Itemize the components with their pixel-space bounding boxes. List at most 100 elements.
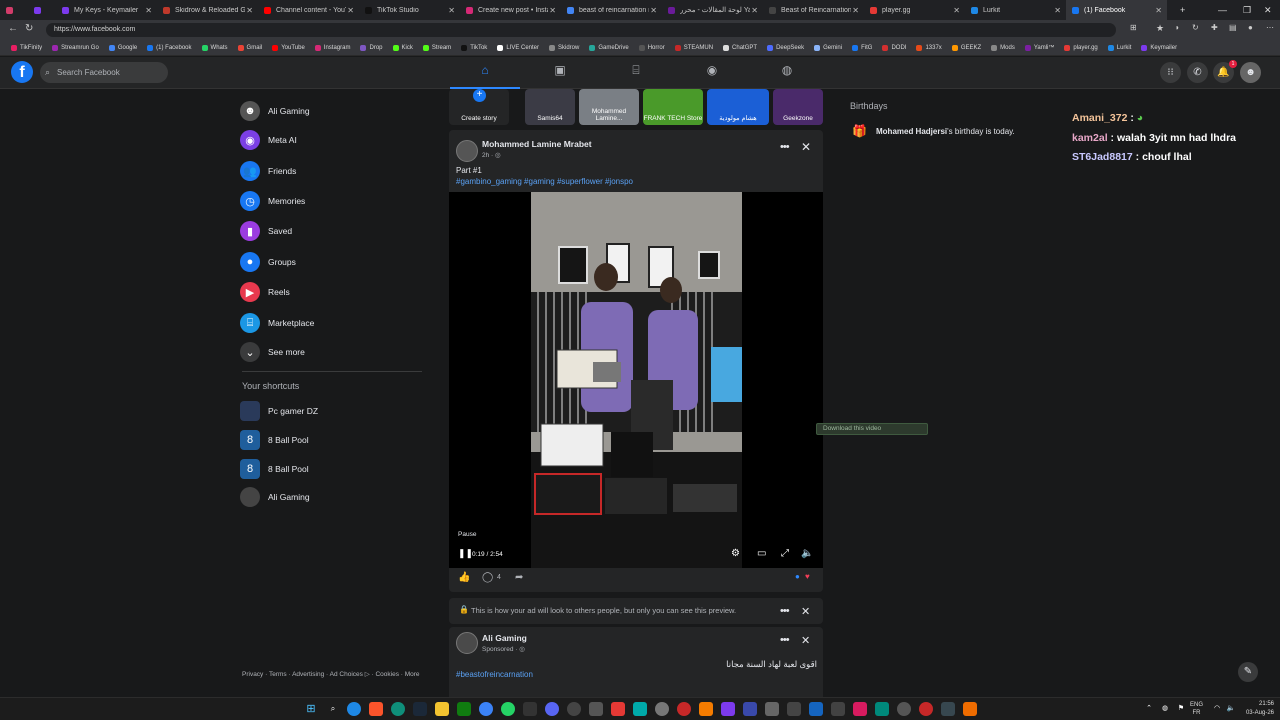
post-close-icon[interactable]: ✕ (801, 140, 811, 154)
create-story-card[interactable]: + Create story (449, 89, 509, 125)
tray-icon-2[interactable]: ⚑ (1174, 702, 1188, 716)
like-icon[interactable]: 👍 (458, 572, 470, 583)
settings-gear-icon[interactable]: ⚙ (731, 548, 740, 559)
steam-icon[interactable] (413, 702, 427, 716)
tab-close-icon[interactable]: ✕ (448, 6, 455, 15)
extensions-puzzle-icon[interactable]: ✚ (1211, 23, 1218, 32)
video-icon[interactable]: ▣ (551, 63, 569, 79)
video-player[interactable]: Pause ❚❚ 0:19 / 2:54 ⚙ ▭ ⤢ 🔈 (449, 192, 823, 568)
app-icon-7[interactable] (633, 702, 647, 716)
browser-tab[interactable]: beast of reincarnation nam✕ (561, 0, 662, 20)
star-icon[interactable]: ★ (1156, 23, 1164, 34)
browser-tab[interactable]: player.gg ✕ (864, 0, 965, 20)
minimize-button[interactable]: — (1218, 0, 1227, 20)
xbox-icon[interactable] (457, 702, 471, 716)
browser-tab[interactable]: Create new post • Instagram✕ (460, 0, 561, 20)
app-icon-8[interactable] (655, 702, 669, 716)
bookmark-item[interactable]: YouTube (267, 44, 310, 51)
browser-tab[interactable] (0, 0, 28, 20)
bookmark-item[interactable]: 1337x (911, 44, 946, 51)
browser-tab[interactable]: My Keys - Keymailer ✕ (56, 0, 157, 20)
new-tab-button[interactable]: + (1180, 0, 1185, 20)
browser-tab[interactable]: Channel content - YouTube✕ (258, 0, 359, 20)
browser-tab[interactable]: Skidrow & Reloaded Games✕ (157, 0, 258, 20)
bookmark-item[interactable]: Gmail (233, 44, 268, 51)
bookmark-item[interactable]: Gemini (809, 44, 847, 51)
app-icon-19[interactable] (897, 702, 911, 716)
story-card[interactable]: Mohammed Lamine... (579, 89, 639, 125)
menu-grid-icon[interactable]: ⁝⁝ (1160, 62, 1181, 83)
reload-icon[interactable]: ↻ (25, 23, 33, 34)
sidebar-item[interactable]: ◉ Meta AI (240, 127, 420, 153)
bookmark-item[interactable]: Skidrow (544, 44, 584, 51)
compose-icon[interactable]: ✎ (1238, 662, 1258, 682)
bookmark-item[interactable]: Google (104, 44, 142, 51)
bookmark-item[interactable]: GameDrive (584, 44, 633, 51)
tab-close-icon[interactable]: ✕ (953, 6, 960, 15)
bookmark-item[interactable]: Drop (355, 44, 387, 51)
app-icon-10[interactable] (699, 702, 713, 716)
groups-icon[interactable]: ◉ (703, 63, 721, 79)
bookmark-item[interactable]: Keymailer (1136, 44, 1182, 51)
sidebar-item[interactable]: ● Groups (240, 249, 420, 275)
maximize-button[interactable]: ❐ (1243, 0, 1251, 20)
post-hashtags[interactable]: #gambino_gaming #gaming #superflower #jo… (456, 177, 633, 186)
folder-icon[interactable] (435, 702, 449, 716)
shortcut-item[interactable]: Ali Gaming (240, 484, 420, 510)
birthday-notice[interactable]: Mohamed Hadjersi's birthday is today. (876, 127, 1015, 136)
bookmark-item[interactable]: TikTok (456, 44, 492, 51)
tab-close-icon[interactable]: ✕ (347, 6, 354, 15)
back-icon[interactable]: ← (8, 23, 18, 34)
window-close-button[interactable]: ✕ (1264, 0, 1272, 20)
bookmark-item[interactable]: FitG (847, 44, 877, 51)
ad-author[interactable]: Ali Gaming (482, 633, 527, 643)
bookmark-item[interactable]: Whats (197, 44, 233, 51)
bookmark-item[interactable]: STEAMUN (670, 44, 718, 51)
tab-close-icon[interactable]: ✕ (145, 6, 152, 15)
tab-close-icon[interactable]: ✕ (549, 6, 556, 15)
sidebar-item[interactable]: ▮ Saved (240, 218, 420, 244)
bookmark-item[interactable]: Yamli™ (1020, 44, 1060, 51)
whatsapp-icon[interactable] (501, 702, 515, 716)
sync-icon[interactable]: ↻ (1192, 23, 1199, 32)
volume-icon[interactable]: 🔈 (801, 548, 813, 559)
ad-hashtag[interactable]: #beastofreincarnation (456, 670, 533, 679)
app-icon-14[interactable] (787, 702, 801, 716)
browser-tab[interactable]: Beast of Reincarnation Has✕ (763, 0, 864, 20)
tab-close-icon[interactable]: ✕ (852, 6, 859, 15)
download-video-button[interactable]: Download this video (816, 423, 928, 435)
wifi-icon[interactable]: ◠ (1210, 702, 1224, 716)
post-more-icon[interactable]: ••• (780, 141, 790, 153)
bookmark-item[interactable]: Lurkit (1103, 44, 1137, 51)
story-card[interactable]: FRANK TECH Store (643, 89, 703, 125)
app-icon-16[interactable] (831, 702, 845, 716)
story-card[interactable]: Geekzone (773, 89, 823, 125)
reaction-like-icon[interactable]: ● (795, 572, 800, 581)
post-author-avatar[interactable] (456, 140, 478, 162)
menu-icon[interactable]: ⋯ (1266, 23, 1274, 32)
shortcut-item[interactable]: Pc gamer DZ (240, 398, 420, 424)
bookmark-item[interactable]: Instagram (310, 44, 356, 51)
app-icon-17[interactable] (853, 702, 867, 716)
tab-close-icon[interactable]: ✕ (751, 6, 758, 15)
app-icon-21[interactable] (941, 702, 955, 716)
bookmark-item[interactable]: Horror (634, 44, 670, 51)
ad-more-icon[interactable]: ••• (780, 605, 790, 617)
tab-close-icon[interactable]: ✕ (650, 6, 657, 15)
app-icon-5[interactable] (589, 702, 603, 716)
browser-tab[interactable]: لوحة المقالات - محرر Yamli™✕ (662, 0, 763, 20)
search-icon[interactable]: ⌕ (326, 702, 340, 716)
post-author[interactable]: Mohammed Lamine Mrabet (482, 139, 592, 149)
app-icon-15[interactable] (809, 702, 823, 716)
app-icon-3[interactable] (523, 702, 537, 716)
browser-tab[interactable]: Lurkit ✕ (965, 0, 1066, 20)
discord-icon[interactable] (545, 702, 559, 716)
home-icon[interactable]: ⌂ (476, 63, 494, 79)
sidebar-item[interactable]: ⌄ See more (240, 339, 420, 365)
app-icon-4[interactable] (567, 702, 581, 716)
ad-close-icon[interactable]: ✕ (801, 605, 810, 618)
share-icon[interactable]: ➦ (515, 572, 523, 583)
app-icon-11[interactable] (721, 702, 735, 716)
app-icon-1[interactable] (347, 702, 361, 716)
app-icon-20[interactable] (919, 702, 933, 716)
